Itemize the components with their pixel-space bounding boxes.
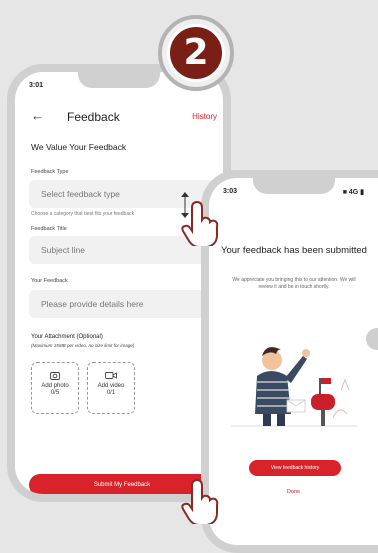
feedback-phone: 3:01 ■■ ▮ ← Feedback History We Value Yo… bbox=[7, 64, 231, 502]
camera-icon bbox=[32, 371, 78, 381]
add-video-count: 0/1 bbox=[106, 390, 116, 396]
back-arrow-icon[interactable]: ← bbox=[31, 108, 44, 123]
add-photo-count: 0/5 bbox=[50, 390, 60, 396]
add-video-label: Add video bbox=[97, 383, 125, 389]
floating-dot bbox=[366, 328, 378, 350]
success-phone: 3:03 ■ 4G ▮ Your feedback has been submi… bbox=[201, 170, 378, 553]
add-video-button[interactable]: Add video 0/1 bbox=[87, 362, 135, 414]
status-time: 3:03 bbox=[223, 188, 238, 195]
add-photo-button[interactable]: Add photo 0/5 bbox=[31, 362, 79, 414]
tap-hand-icon bbox=[181, 478, 219, 524]
video-icon bbox=[88, 371, 134, 381]
feedback-type-label: Feedback Type bbox=[31, 169, 69, 175]
status-time: 3:01 bbox=[29, 82, 44, 89]
attachment-limits: (Maximum 15MB per video, no size limit f… bbox=[31, 343, 135, 348]
form-heading: We Value Your Feedback bbox=[31, 142, 127, 152]
view-feedback-history-button[interactable]: View feedback history bbox=[249, 460, 341, 476]
success-illustration bbox=[231, 347, 357, 427]
status-icons: ■ 4G ▮ bbox=[342, 189, 364, 196]
status-bar: 3:03 ■ 4G ▮ bbox=[223, 188, 364, 200]
feedback-body-label: Your Feedback bbox=[31, 278, 68, 284]
attachment-label: Your Attachment (Optional) bbox=[31, 334, 103, 340]
history-link[interactable]: History bbox=[192, 112, 217, 121]
step-badge: 2 bbox=[158, 15, 234, 91]
add-photo-label: Add photo bbox=[41, 383, 69, 389]
tap-hand-icon bbox=[181, 200, 219, 246]
feedback-body-input[interactable]: Please provide details here bbox=[29, 290, 215, 318]
success-description: We appreciate you bringing this to our a… bbox=[232, 277, 356, 290]
done-link[interactable]: Done bbox=[209, 489, 378, 495]
success-heading: Your feedback has been submitted bbox=[221, 245, 367, 256]
page-title: Feedback bbox=[67, 110, 120, 124]
feedback-title-label: Feedback Title bbox=[31, 226, 67, 232]
feedback-type-hint: Choose a category that best fits your fe… bbox=[31, 211, 135, 217]
step-number: 2 bbox=[167, 24, 225, 82]
